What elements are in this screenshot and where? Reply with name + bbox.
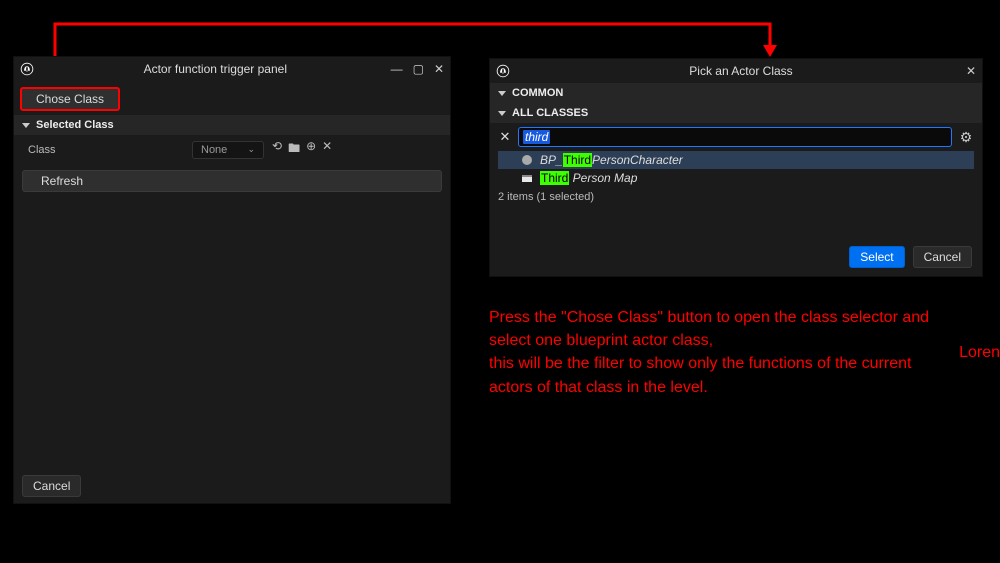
class-label: Class	[22, 144, 192, 156]
titlebar: Pick an Actor Class ✕	[490, 59, 982, 83]
search-input[interactable]: third	[518, 127, 952, 147]
folder-icon[interactable]: 🖿	[288, 139, 300, 160]
close-button[interactable]: ✕	[434, 62, 444, 76]
class-result-item-1[interactable]: Third Person Map	[498, 169, 974, 187]
class-dropdown[interactable]: None ⌄	[192, 141, 264, 159]
cancel-button[interactable]: Cancel	[22, 475, 81, 497]
chevron-down-icon: ⌄	[247, 144, 255, 155]
caret-down-icon	[498, 91, 506, 96]
minimize-button[interactable]: —	[391, 62, 403, 76]
class-row: Class None ⌄ ⟲ 🖿 ⊕ ✕	[14, 135, 450, 164]
actor-class-icon	[520, 153, 534, 167]
caret-down-icon	[498, 111, 506, 116]
window-title: Actor function trigger panel	[40, 62, 391, 76]
common-section[interactable]: COMMON	[490, 83, 982, 103]
select-button[interactable]: Select	[849, 246, 904, 268]
cancel-button[interactable]: Cancel	[913, 246, 972, 268]
titlebar: Actor function trigger panel — ▢ ✕	[14, 57, 450, 81]
clear-icon[interactable]: ✕	[322, 139, 332, 160]
unreal-logo-icon	[20, 62, 34, 76]
class-picker-panel: Pick an Actor Class ✕ COMMON ALL CLASSES…	[489, 58, 983, 277]
add-icon[interactable]: ⊕	[306, 139, 316, 160]
chose-class-button[interactable]: Chose Class	[20, 87, 120, 111]
refresh-button[interactable]: Refresh	[22, 170, 442, 192]
all-classes-section[interactable]: ALL CLASSES	[490, 103, 982, 123]
close-button[interactable]: ✕	[966, 64, 976, 78]
items-count: 2 items (1 selected)	[490, 187, 982, 207]
maximize-button[interactable]: ▢	[413, 62, 424, 76]
instruction-text: Press the "Chose Class" button to open t…	[489, 306, 959, 399]
caret-down-icon	[22, 123, 30, 128]
truncated-text: Loren	[959, 344, 1000, 362]
level-icon	[520, 171, 534, 185]
selected-class-section[interactable]: Selected Class	[14, 115, 450, 135]
unreal-logo-icon	[496, 64, 510, 78]
class-result-item-0[interactable]: BP_ThirdPersonCharacter	[498, 151, 974, 169]
clear-search-icon[interactable]: ✕	[498, 129, 512, 145]
gear-icon[interactable]: ⚙	[958, 129, 974, 146]
browse-icon[interactable]: ⟲	[272, 139, 282, 160]
actor-function-trigger-panel: Actor function trigger panel — ▢ ✕ Chose…	[13, 56, 451, 504]
window-title: Pick an Actor Class	[516, 64, 966, 78]
